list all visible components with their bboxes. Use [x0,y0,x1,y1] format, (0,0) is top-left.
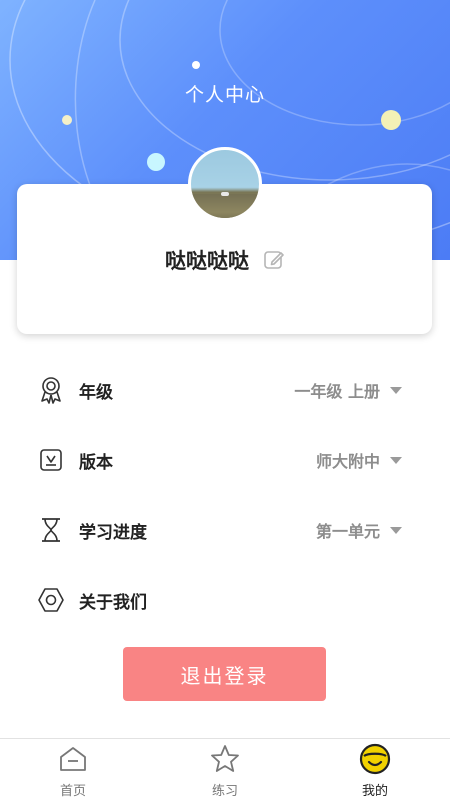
hexagon-nut-icon [37,586,65,614]
menu-value-edition: 师大附中 [315,452,380,471]
star-dot [62,115,72,125]
tab-practice[interactable]: 练习 [170,739,280,800]
menu-label-progress: 学习进度 [79,522,147,543]
menu-item-grade[interactable]: 年级 一年级 上册 [0,355,450,425]
menu-item-progress[interactable]: 学习进度 第一单元 [0,495,450,565]
menu-value-grade: 一年级 上册 [294,382,380,401]
book-edition-icon [37,446,65,474]
tab-home[interactable]: 首页 [18,739,128,800]
tab-label-mine: 我的 [361,784,388,799]
tab-label-practice: 练习 [211,784,238,799]
star-icon [209,743,241,775]
user-name: 哒哒哒哒 [165,249,249,273]
smiley-icon [359,743,391,775]
logout-button[interactable]: 退出登录 [123,647,326,701]
menu-label-grade: 年级 [79,382,113,403]
planet-dot [381,110,401,130]
edit-icon[interactable] [263,249,285,271]
avatar-bird [221,192,229,196]
menu-item-edition[interactable]: 版本 师大附中 [0,425,450,495]
menu-label-about: 关于我们 [79,592,147,613]
home-icon [57,743,89,775]
page-title: 个人中心 [184,84,265,106]
bottom-tab-bar: 首页 练习 我的 [0,738,450,800]
menu-item-about[interactable]: 关于我们 [0,565,450,635]
avatar-ground [191,194,259,218]
star-dot [192,61,200,69]
award-ribbon-icon [37,376,65,404]
chevron-down-icon [390,526,402,534]
tab-mine[interactable]: 我的 [320,739,430,800]
menu-value-progress: 第一单元 [315,522,380,541]
hourglass-icon [37,516,65,544]
menu-label-edition: 版本 [79,452,113,473]
avatar[interactable] [188,147,262,221]
tab-label-home: 首页 [59,784,86,799]
chevron-down-icon [390,386,402,394]
chevron-down-icon [390,456,402,464]
planet-dot [147,153,165,171]
user-name-row: 哒哒哒哒 [0,245,450,275]
